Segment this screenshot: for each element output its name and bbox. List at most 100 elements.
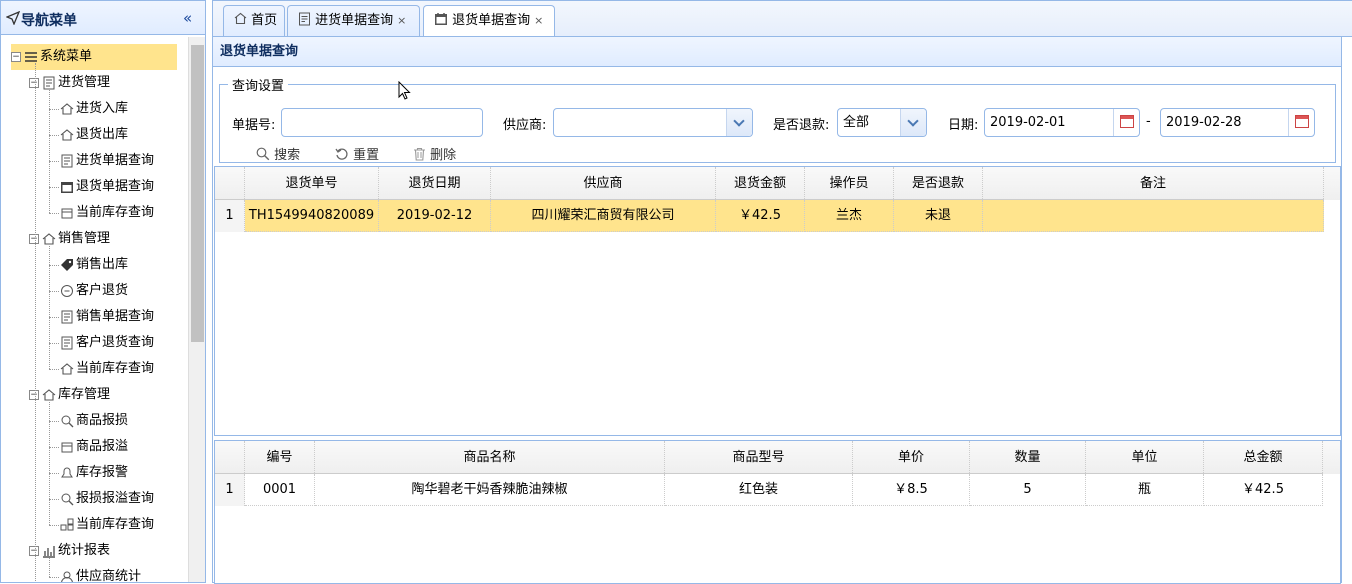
toggle-icon[interactable]: − — [29, 77, 39, 88]
sidebar-item[interactable]: 销售单据查询 — [59, 304, 154, 330]
sidebar-item[interactable]: 当前库存查询 — [59, 512, 154, 538]
sidebar-item[interactable]: 客户退货 — [59, 278, 128, 304]
column-header[interactable]: 总金额 — [1204, 441, 1323, 473]
chevron-down-icon[interactable] — [726, 109, 752, 136]
reset-button[interactable]: 重置 — [335, 144, 379, 163]
column-header[interactable]: 供应商 — [491, 167, 716, 199]
column-header[interactable]: 退货日期 — [379, 167, 491, 199]
table-cell: 四川耀荣汇商贸有限公司 — [491, 200, 716, 232]
delete-button[interactable]: 删除 — [413, 144, 456, 163]
chevron-down-icon[interactable] — [900, 109, 926, 136]
item-label: 当前库存查询 — [76, 205, 155, 220]
nav-tree: − 系统菜单 − 进货管理 进货入库 退货出库 进货单据查询 退货单据查询 当前库存查询 − 销售管… — [1, 37, 187, 582]
doc-icon — [41, 75, 58, 90]
toggle-icon[interactable]: − — [29, 545, 39, 556]
group-label: 统计报表 — [58, 543, 111, 558]
row-number-header — [215, 167, 245, 199]
sidebar-item[interactable]: 当前库存查询 — [59, 200, 154, 226]
header-filler — [1323, 441, 1340, 474]
date-from-value: 2019-02-01 — [990, 115, 1066, 130]
column-header[interactable]: 单位 — [1086, 441, 1204, 473]
column-header[interactable]: 备注 — [983, 167, 1324, 199]
column-header[interactable]: 单价 — [853, 441, 970, 473]
row-cells[interactable]: TH1549940820089 2019-02-12 四川耀荣汇商贸有限公司 ￥42.… — [245, 200, 1324, 232]
group-label: 进货管理 — [58, 75, 111, 90]
nav-scrollbar-thumb[interactable] — [191, 45, 204, 342]
table-cell: ￥8.5 — [853, 474, 970, 506]
sidebar-item[interactable]: 退货出库 — [59, 122, 128, 148]
sidebar-item[interactable]: 商品报溢 — [59, 434, 128, 460]
column-header[interactable]: 商品名称 — [315, 441, 665, 473]
refund-select[interactable]: 全部 — [837, 108, 927, 137]
table-row[interactable]: 1 0001 陶华碧老干妈香辣脆油辣椒 红色装 ￥8.5 5 瓶 ￥42.5 — [215, 474, 1323, 506]
sidebar-item[interactable]: 退货单据查询 — [59, 174, 154, 200]
home-icon — [59, 127, 76, 142]
column-header[interactable]: 编号 — [245, 441, 315, 473]
query-fieldset: 查询设置 单据号: 供应商: 是否退款: 全部 日期: 2019-02-01 -… — [219, 75, 1336, 163]
date-from-input[interactable]: 2019-02-01 — [984, 108, 1140, 137]
table-cell — [983, 200, 1324, 232]
nav-title: 导航菜单 — [21, 13, 77, 29]
panel-title: 退货单据查询 — [213, 37, 1341, 67]
date-label: 日期: — [948, 118, 979, 133]
tree-group-purchase-management[interactable]: − 进货管理 — [29, 70, 110, 96]
table-row[interactable]: 1 TH1549940820089 2019-02-12 四川耀荣汇商贸有限公司 ￥42… — [215, 200, 1324, 232]
home-icon — [41, 387, 58, 402]
tree-group-report-management[interactable]: − 统计报表 — [29, 538, 110, 564]
column-header[interactable]: 操作员 — [805, 167, 894, 199]
tree-group-sales-management[interactable]: − 销售管理 — [29, 226, 110, 252]
table-cell: 2019-02-12 — [379, 200, 491, 232]
tree-group-stock-management[interactable]: − 库存管理 — [29, 382, 110, 408]
document-icon — [299, 12, 310, 26]
bills-table: 退货单号 退货日期 供应商 退货金额 操作员 是否退款 备注 1 TH154994082008… — [214, 166, 1341, 436]
glass-icon — [59, 491, 76, 506]
table-cell: ￥42.5 — [1204, 474, 1323, 506]
collapse-icon[interactable]: « — [183, 9, 192, 27]
sidebar-item[interactable]: 报损报溢查询 — [59, 486, 154, 512]
grid-icon — [59, 517, 76, 532]
sidebar-item[interactable]: 当前库存查询 — [59, 356, 154, 382]
tab-purchase-query[interactable]: 进货单据查询 × — [287, 5, 420, 37]
sidebar-item[interactable]: 库存报警 — [59, 460, 128, 486]
column-header[interactable]: 数量 — [970, 441, 1086, 473]
nav-scrollbar[interactable] — [188, 37, 205, 582]
supplier-select[interactable] — [553, 108, 753, 137]
column-header[interactable]: 退货单号 — [245, 167, 379, 199]
trash-icon — [414, 147, 425, 161]
search-icon — [256, 147, 270, 161]
sidebar-item[interactable]: 销售出库 — [59, 252, 128, 278]
nav-header: 导航菜单 « — [1, 1, 205, 35]
tab-home-label: 首页 — [251, 13, 278, 28]
table-cell: 兰杰 — [805, 200, 894, 232]
column-header[interactable]: 退货金额 — [716, 167, 805, 199]
date-to-input[interactable]: 2019-02-28 — [1160, 108, 1315, 137]
sidebar-item[interactable]: 商品报损 — [59, 408, 128, 434]
column-header[interactable]: 是否退款 — [894, 167, 983, 199]
nav-panel: 导航菜单 « − 系统菜单 − 进货管理 进货入库 退货出库 进货单据查询 退货单据查询 当前库… — [0, 0, 206, 583]
toggle-icon[interactable]: − — [29, 233, 39, 244]
tab-close-icon[interactable]: × — [534, 14, 543, 27]
sidebar-item[interactable]: 进货入库 — [59, 96, 128, 122]
toggle-icon[interactable]: − — [29, 389, 39, 400]
calendar-icon[interactable] — [1288, 109, 1314, 136]
item-label: 库存报警 — [76, 465, 129, 480]
bill-no-input[interactable] — [281, 108, 483, 137]
sidebar-item[interactable]: 进货单据查询 — [59, 148, 154, 174]
items-table-header: 编号 商品名称 商品型号 单价 数量 单位 总金额 — [215, 441, 1340, 474]
tab-return-query-label: 退货单据查询 — [452, 13, 531, 28]
sidebar-item[interactable]: 客户退货查询 — [59, 330, 154, 356]
calendar-icon[interactable] — [1113, 109, 1139, 136]
search-button-label: 搜索 — [274, 148, 301, 163]
tab-return-query[interactable]: 退货单据查询 × — [423, 5, 555, 38]
column-header[interactable]: 商品型号 — [665, 441, 853, 473]
item-label: 报损报溢查询 — [76, 491, 155, 506]
search-button[interactable]: 搜索 — [256, 144, 300, 163]
toggle-icon[interactable]: − — [11, 51, 21, 62]
navigation-icon — [6, 11, 20, 25]
reset-button-label: 重置 — [353, 148, 380, 163]
tab-home[interactable]: 首页 — [223, 5, 285, 37]
table-cell: 红色装 — [665, 474, 853, 506]
tab-close-icon[interactable]: × — [397, 14, 406, 27]
sidebar-item[interactable]: 供应商统计 — [59, 564, 141, 582]
row-cells[interactable]: 0001 陶华碧老干妈香辣脆油辣椒 红色装 ￥8.5 5 瓶 ￥42.5 — [245, 474, 1323, 506]
